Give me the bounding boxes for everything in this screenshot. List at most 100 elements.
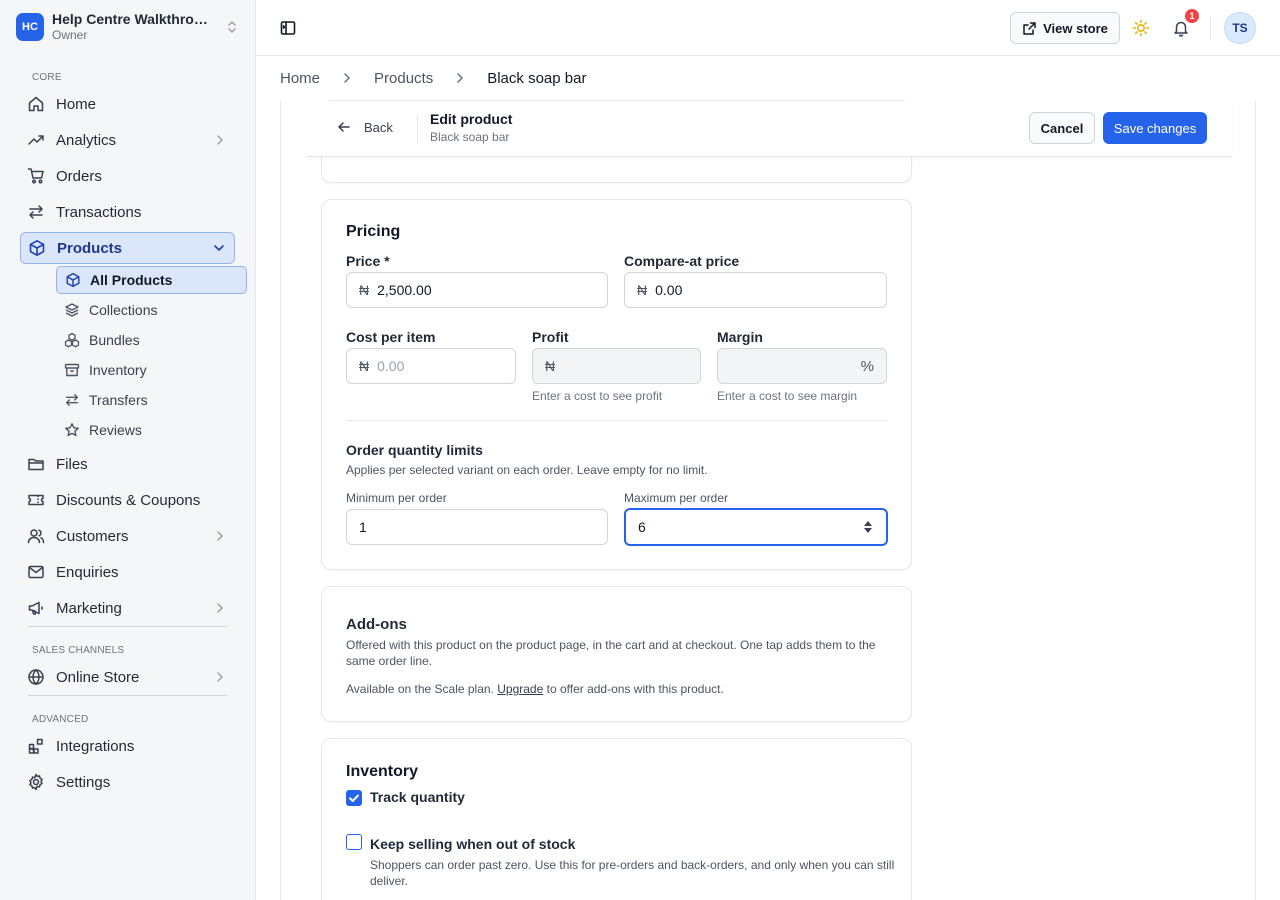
top-bar: View store 1 TS bbox=[256, 0, 1280, 56]
sidebar-item-discounts[interactable]: Discounts & Coupons bbox=[20, 484, 235, 516]
sidebar-item-label: Transactions bbox=[56, 203, 142, 221]
workspace-switcher[interactable]: HC Help Centre Walkthrough Owner bbox=[16, 10, 240, 44]
theme-toggle-sun-icon[interactable] bbox=[1132, 19, 1150, 37]
sidebar-subitem-inventory[interactable]: Inventory bbox=[56, 356, 247, 384]
edit-product-bar: Back Edit product Black soap bar Cancel … bbox=[306, 101, 1232, 157]
check-icon bbox=[349, 794, 359, 802]
sidebar-item-settings[interactable]: Settings bbox=[20, 766, 235, 798]
number-stepper-icon[interactable] bbox=[862, 519, 874, 535]
keep-selling-label[interactable]: Keep selling when out of stock bbox=[370, 836, 575, 852]
sidebar-subitem-all-products[interactable]: All Products bbox=[56, 266, 247, 294]
add-ons-title: Add-ons bbox=[346, 616, 407, 633]
compare-at-price-value: 0.00 bbox=[655, 282, 683, 298]
chevron-right-icon bbox=[213, 601, 227, 615]
pricing-divider bbox=[346, 420, 887, 421]
sidebar-subitem-reviews[interactable]: Reviews bbox=[56, 416, 247, 444]
keep-selling-checkbox[interactable] bbox=[346, 834, 362, 850]
minimum-per-order-label: Minimum per order bbox=[346, 491, 447, 505]
currency-symbol: ₦ bbox=[545, 358, 556, 374]
trending-up-icon bbox=[27, 131, 45, 149]
breadcrumb-home[interactable]: Home bbox=[280, 70, 320, 87]
sidebar-item-files[interactable]: Files bbox=[20, 448, 235, 480]
back-button[interactable]: Back bbox=[336, 119, 393, 135]
sidebar-subitem-bundles[interactable]: Bundles bbox=[56, 326, 247, 354]
sidebar-item-enquiries[interactable]: Enquiries bbox=[20, 556, 235, 588]
cancel-button[interactable]: Cancel bbox=[1029, 112, 1095, 144]
external-link-icon bbox=[1022, 21, 1037, 36]
sidebar-divider bbox=[28, 626, 227, 627]
avatar[interactable]: TS bbox=[1224, 12, 1256, 44]
currency-symbol: ₦ bbox=[359, 358, 370, 374]
percent-unit: % bbox=[860, 357, 874, 375]
sidebar-item-marketing[interactable]: Marketing bbox=[20, 592, 235, 624]
maximum-value: 6 bbox=[638, 519, 646, 535]
workspace-role: Owner bbox=[52, 28, 88, 42]
sidebar-item-products[interactable]: Products bbox=[20, 232, 235, 264]
add-ons-card: Add-ons Offered with this product on the… bbox=[321, 586, 912, 722]
sidebar-item-label: Home bbox=[56, 95, 97, 113]
view-store-label: View store bbox=[1043, 20, 1108, 36]
chevron-right-icon bbox=[213, 133, 227, 147]
maximum-per-order-input[interactable]: 6 bbox=[624, 508, 888, 546]
sidebar-item-online-store[interactable]: Online Store bbox=[20, 661, 235, 693]
minimum-per-order-input[interactable]: 1 bbox=[346, 509, 608, 545]
breadcrumb-current: Black soap bar bbox=[487, 69, 587, 87]
cost-per-item-label: Cost per item bbox=[346, 329, 436, 345]
cost-per-item-input[interactable]: ₦ 0.00 bbox=[346, 348, 516, 384]
sidebar-item-integrations[interactable]: Integrations bbox=[20, 730, 235, 762]
chevron-right-icon bbox=[453, 71, 467, 85]
profit-hint: Enter a cost to see profit bbox=[532, 389, 663, 403]
home-icon bbox=[27, 95, 45, 113]
page-title: Edit product bbox=[430, 111, 513, 127]
sidebar-item-orders[interactable]: Orders bbox=[20, 160, 235, 192]
pricing-card: Pricing Price * ₦ 2,500.00 Compare-at pr… bbox=[321, 199, 912, 570]
save-changes-button[interactable]: Save changes bbox=[1103, 112, 1207, 144]
package-icon bbox=[65, 272, 81, 288]
inventory-title: Inventory bbox=[346, 763, 419, 780]
arrows-swap-icon bbox=[64, 392, 80, 408]
sidebar-toggle-icon[interactable] bbox=[280, 20, 296, 36]
arrows-swap-icon bbox=[27, 203, 45, 221]
sidebar-item-label: Online Store bbox=[56, 668, 140, 686]
sidebar-subitem-collections[interactable]: Collections bbox=[56, 296, 247, 324]
page-subtitle: Black soap bar bbox=[430, 130, 510, 144]
profit-label: Profit bbox=[532, 329, 569, 345]
workspace-name: Help Centre Walkthrough bbox=[52, 11, 212, 27]
margin-hint: Enter a cost to see margin bbox=[717, 389, 858, 403]
sidebar-subitem-label: Transfers bbox=[89, 392, 148, 408]
globe-icon bbox=[27, 668, 45, 686]
chevron-down-icon bbox=[212, 241, 226, 255]
sidebar-subitem-label: Bundles bbox=[89, 332, 140, 348]
chevron-right-icon bbox=[340, 71, 354, 85]
sidebar-subitem-transfers[interactable]: Transfers bbox=[56, 386, 247, 414]
sidebar-item-transactions[interactable]: Transactions bbox=[20, 196, 235, 228]
sidebar-divider bbox=[28, 695, 227, 696]
sidebar-item-label: Analytics bbox=[56, 131, 117, 149]
archive-icon bbox=[64, 362, 80, 378]
track-quantity-label[interactable]: Track quantity bbox=[370, 789, 465, 805]
chevron-right-icon bbox=[213, 529, 227, 543]
sidebar-item-home[interactable]: Home bbox=[20, 88, 235, 120]
price-label: Price * bbox=[346, 253, 390, 269]
track-quantity-checkbox[interactable] bbox=[346, 790, 362, 806]
add-ons-description: Offered with this product on the product… bbox=[346, 638, 876, 668]
compare-at-price-input[interactable]: ₦ 0.00 bbox=[624, 272, 887, 308]
pricing-title: Pricing bbox=[346, 223, 401, 240]
price-input[interactable]: ₦ 2,500.00 bbox=[346, 272, 608, 308]
maximum-per-order-label: Maximum per order bbox=[624, 491, 729, 505]
ticket-icon bbox=[27, 491, 45, 509]
view-store-button[interactable]: View store bbox=[1010, 12, 1120, 44]
sidebar-item-customers[interactable]: Customers bbox=[20, 520, 235, 552]
sidebar-item-analytics[interactable]: Analytics bbox=[20, 124, 235, 156]
sidebar-subitem-label: Collections bbox=[89, 302, 158, 318]
sidebar-subitem-label: Inventory bbox=[89, 362, 147, 378]
sidebar-item-label: Discounts & Coupons bbox=[56, 491, 201, 509]
sidebar-item-label: Customers bbox=[56, 527, 129, 545]
breadcrumb-products[interactable]: Products bbox=[374, 70, 433, 87]
upgrade-link[interactable]: Upgrade bbox=[497, 682, 543, 696]
breadcrumb: Home Products Black soap bar bbox=[280, 68, 586, 88]
notification-badge: 1 bbox=[1185, 9, 1199, 23]
currency-symbol: ₦ bbox=[637, 282, 648, 298]
inventory-card: Inventory Track quantity Keep selling wh… bbox=[321, 738, 912, 900]
margin-label: Margin bbox=[717, 329, 763, 345]
